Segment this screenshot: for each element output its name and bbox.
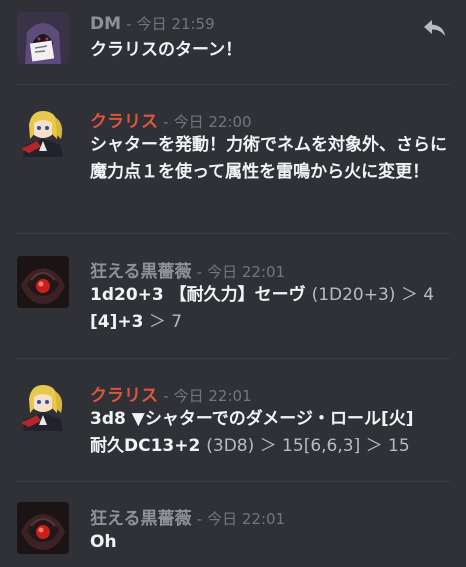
dice-roll-result: 3d8 ▼シャターでのダメージ・ロール[火] 耐久DC13+2 (3D8) ＞ 1… bbox=[90, 406, 458, 460]
author-name[interactable]: クラリス bbox=[90, 112, 158, 132]
separator-dash: - bbox=[163, 113, 169, 131]
separator-dash: - bbox=[126, 15, 132, 33]
separator-dash: - bbox=[163, 387, 169, 405]
avatar-black-rose[interactable] bbox=[17, 256, 69, 308]
dice-roll-result: 1d20+3 【耐久力】セーヴ (1D20+3) ＞ 4 [4]+3 ＞ 7 bbox=[90, 282, 458, 336]
chat-message: クラリス - 今日 22:00 シャターを発動！力術でネムを対象外、さらに魔力点… bbox=[0, 85, 466, 233]
separator-dash: - bbox=[196, 510, 203, 528]
chat-message: DM - 今日 21:59 クラリスのターン！ bbox=[0, 0, 466, 84]
message-header: クラリス - 今日 22:01 bbox=[90, 381, 252, 406]
black-rose-avatar bbox=[17, 502, 69, 554]
chat-log: DM - 今日 21:59 クラリスのターン！ クラリス - 今日 22:00 … bbox=[0, 0, 466, 567]
roll-expression: (1D20+3) bbox=[311, 285, 396, 305]
roll-arrow: ＞ 4 bbox=[395, 285, 435, 305]
timestamp: 今日 21:59 bbox=[136, 15, 215, 33]
chat-message: 狂える黒薔薇 - 今日 22:01 1d20+3 【耐久力】セーヴ (1D20+… bbox=[0, 234, 466, 358]
timestamp: 今日 22:01 bbox=[207, 510, 286, 528]
separator-dash: - bbox=[196, 263, 203, 281]
message-header: クラリス - 今日 22:00 bbox=[90, 107, 252, 132]
author-name[interactable]: クラリス bbox=[90, 386, 158, 406]
author-name[interactable]: DM bbox=[90, 14, 121, 34]
blonde-girl-avatar bbox=[17, 379, 69, 431]
author-name[interactable]: 狂える黒薔薇 bbox=[90, 262, 192, 282]
chat-message: クラリス - 今日 22:01 3d8 ▼シャターでのダメージ・ロール[火] 耐久… bbox=[0, 359, 466, 481]
timestamp: 今日 22:01 bbox=[173, 387, 252, 405]
author-name[interactable]: 狂える黒薔薇 bbox=[90, 509, 192, 529]
roll-detail: [4]+3 bbox=[90, 312, 144, 332]
reply-button[interactable] bbox=[422, 17, 448, 39]
roll-expression: (3D8) bbox=[206, 436, 255, 456]
roll-total: ＞ 7 bbox=[143, 312, 183, 332]
avatar-clarice[interactable] bbox=[17, 105, 69, 157]
message-text: クラリスのターン！ bbox=[90, 40, 243, 60]
black-rose-avatar bbox=[17, 256, 69, 308]
roll-command: 3d8 ▼シャターでのダメージ・ロール[火] bbox=[90, 409, 414, 429]
hooded-figure-avatar bbox=[17, 12, 69, 64]
message-header: 狂える黒薔薇 - 今日 22:01 bbox=[90, 504, 285, 529]
timestamp: 今日 22:00 bbox=[173, 113, 252, 131]
avatar-clarice[interactable] bbox=[17, 379, 69, 431]
roll-total: ＞ 15[6,6,3] ＞ 15 bbox=[254, 436, 410, 456]
chat-message: 狂える黒薔薇 - 今日 22:01 Oh bbox=[0, 482, 466, 567]
avatar-black-rose[interactable] bbox=[17, 502, 69, 554]
roll-detail: 耐久DC13+2 bbox=[90, 436, 207, 456]
blonde-girl-avatar bbox=[17, 105, 69, 157]
roll-command: 1d20+3 【耐久力】セーヴ bbox=[90, 285, 312, 305]
timestamp: 今日 22:01 bbox=[207, 263, 286, 281]
avatar-dm[interactable] bbox=[17, 12, 69, 64]
message-header: DM - 今日 21:59 bbox=[90, 13, 215, 34]
message-header: 狂える黒薔薇 - 今日 22:01 bbox=[90, 257, 285, 282]
reply-arrow-icon bbox=[424, 20, 445, 36]
message-text: シャターを発動！力術でネムを対象外、さらに魔力点１を使って属性を雷鳴から火に変更… bbox=[90, 135, 447, 182]
message-text: Oh bbox=[90, 532, 117, 552]
